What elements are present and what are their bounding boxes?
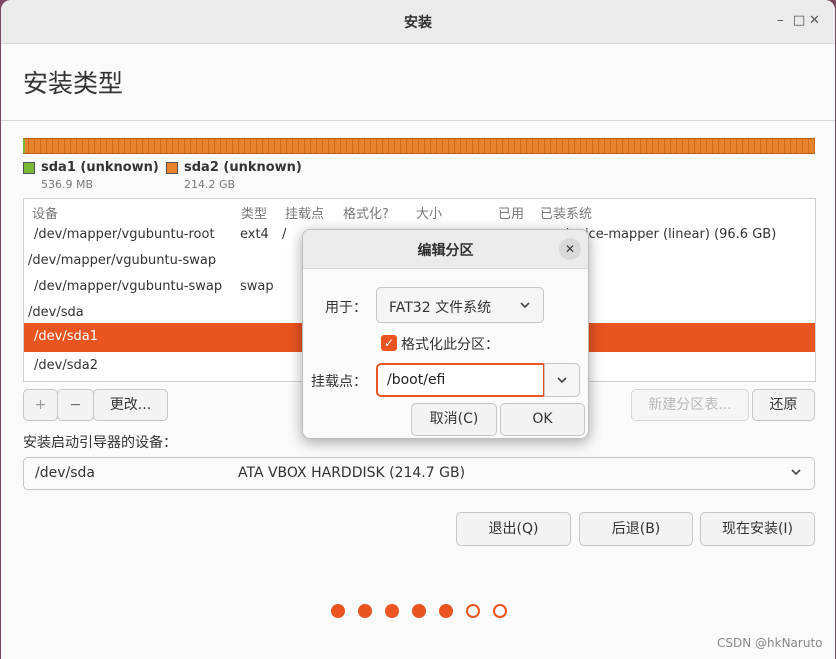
mount-point-input[interactable]: /boot/efi bbox=[376, 363, 545, 397]
partition-bar-sda1 bbox=[23, 139, 25, 153]
partition-bar bbox=[23, 138, 815, 154]
column-header-system[interactable]: 已装系统 bbox=[540, 203, 592, 222]
dialog-ok-button[interactable]: OK bbox=[500, 403, 585, 436]
bootloader-label: 安装启动引导器的设备： bbox=[23, 435, 177, 451]
remove-partition-button[interactable]: − bbox=[57, 389, 94, 421]
new-partition-table-button[interactable]: 新建分区表... bbox=[631, 389, 749, 421]
progress-dot-pending bbox=[493, 604, 507, 618]
row-device: /dev/sda2 bbox=[34, 358, 98, 373]
format-partition-label: 格式化此分区： bbox=[401, 337, 499, 353]
progress-dot-done bbox=[331, 604, 345, 618]
column-header-size[interactable]: 大小 bbox=[416, 203, 442, 222]
header-divider bbox=[1, 120, 835, 121]
legend-size: 214.2 GB bbox=[184, 178, 236, 191]
column-header-mount[interactable]: 挂载点 bbox=[285, 203, 324, 222]
row-device: /dev/sda1 bbox=[34, 329, 98, 344]
maximize-icon[interactable]: □ bbox=[793, 13, 805, 29]
column-header-format[interactable]: 格式化? bbox=[343, 203, 389, 222]
change-partition-button[interactable]: 更改... bbox=[93, 389, 168, 421]
use-as-select[interactable]: FAT32 文件系统 bbox=[376, 287, 544, 323]
chevron-down-icon bbox=[790, 466, 802, 481]
dialog-close-icon[interactable]: ✕ bbox=[559, 238, 581, 260]
progress-dot-done bbox=[385, 604, 399, 618]
progress-dot-done bbox=[412, 604, 426, 618]
watermark-text: CSDN @hkNaruto bbox=[717, 636, 823, 650]
column-header-device[interactable]: 设备 bbox=[32, 203, 58, 222]
bootloader-device: /dev/sda bbox=[35, 465, 95, 481]
chevron-down-icon bbox=[519, 299, 531, 314]
row-type: ext4 bbox=[240, 227, 269, 242]
window-title: 安装 bbox=[404, 15, 432, 31]
table-header: 设备 类型 挂载点 格式化? 大小 已用 已装系统 bbox=[24, 199, 815, 223]
use-as-label: 用于： bbox=[325, 300, 367, 316]
row-mount: / bbox=[282, 227, 287, 242]
window-titlebar: 安装 – □ ✕ bbox=[1, 0, 835, 44]
dialog-cancel-button[interactable]: 取消(C) bbox=[411, 403, 497, 436]
row-device: /dev/mapper/vgubuntu-swap bbox=[28, 253, 217, 268]
bootloader-device-select[interactable]: /dev/sda ATA VBOX HARDDISK (214.7 GB) bbox=[23, 457, 815, 490]
back-button[interactable]: 后退(B) bbox=[579, 512, 693, 546]
column-header-type[interactable]: 类型 bbox=[241, 203, 267, 222]
legend-swatch-green bbox=[23, 162, 35, 174]
dialog-titlebar: 编辑分区 ✕ bbox=[303, 230, 588, 269]
dialog-title: 编辑分区 bbox=[417, 243, 474, 259]
row-device: /dev/mapper/vgubuntu-swap bbox=[34, 279, 223, 294]
revert-button[interactable]: 还原 bbox=[752, 389, 815, 421]
quit-button[interactable]: 退出(Q) bbox=[456, 512, 571, 546]
progress-dot-done bbox=[358, 604, 372, 618]
legend-name: sda1 (unknown) bbox=[41, 160, 159, 175]
row-device: /dev/mapper/vgubuntu-root bbox=[34, 227, 215, 242]
edit-partition-dialog: 编辑分区 ✕ 用于： FAT32 文件系统 ✓ 格式化此分区： 挂载点： /bo… bbox=[302, 229, 589, 439]
mount-point-label: 挂载点： bbox=[311, 374, 367, 390]
progress-dot-pending bbox=[466, 604, 480, 618]
mount-point-dropdown-button[interactable] bbox=[544, 363, 580, 397]
row-type: swap bbox=[240, 279, 274, 294]
mount-point-value: /boot/efi bbox=[387, 372, 446, 388]
column-header-used[interactable]: 已用 bbox=[498, 203, 524, 222]
row-device: /dev/sda bbox=[28, 305, 84, 320]
legend-size: 536.9 MB bbox=[41, 178, 94, 191]
row-system: device-mapper (linear) (96.6 GB) bbox=[561, 227, 777, 242]
close-icon[interactable]: ✕ bbox=[809, 13, 820, 29]
minimize-icon[interactable]: – bbox=[777, 13, 784, 29]
use-as-value: FAT32 文件系统 bbox=[389, 300, 492, 316]
progress-dot-current bbox=[439, 604, 453, 618]
chevron-down-icon bbox=[556, 374, 568, 389]
add-partition-button[interactable]: + bbox=[23, 389, 58, 421]
bootloader-description: ATA VBOX HARDDISK (214.7 GB) bbox=[238, 465, 466, 481]
format-partition-checkbox[interactable]: ✓ bbox=[381, 335, 397, 351]
legend-swatch-orange bbox=[166, 162, 178, 174]
install-now-button[interactable]: 现在安装(I) bbox=[700, 512, 815, 546]
page-title: 安装类型 bbox=[23, 69, 124, 98]
legend-name: sda2 (unknown) bbox=[184, 160, 302, 175]
